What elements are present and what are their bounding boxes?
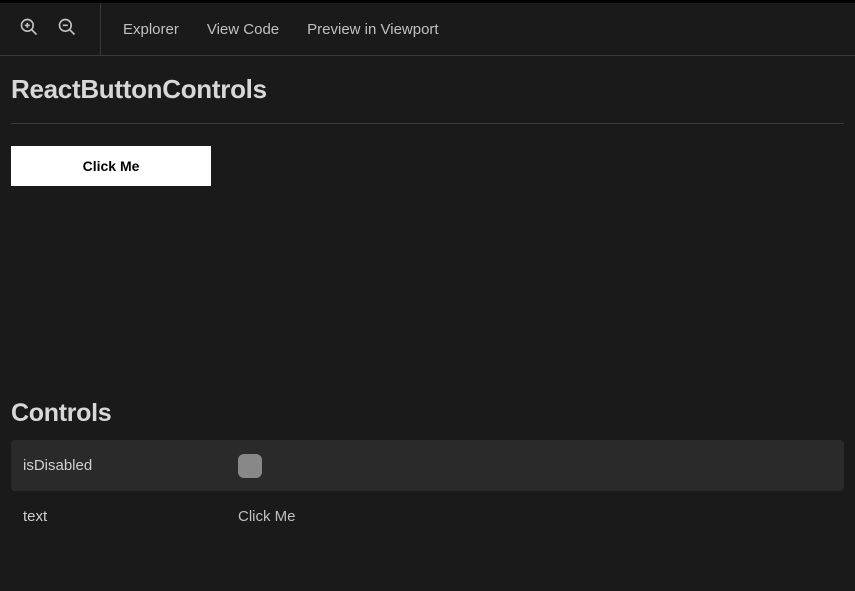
control-row-text: text Click Me [11,491,844,542]
nav-view-code[interactable]: View Code [207,21,279,38]
zoom-in-button[interactable] [10,10,48,48]
control-label: isDisabled [23,457,238,474]
nav-links: Explorer View Code Preview in Viewport [101,21,439,38]
control-row-isdisabled: isDisabled [11,440,844,491]
control-label: text [23,508,238,525]
nav-preview-viewport[interactable]: Preview in Viewport [307,21,438,38]
zoom-controls [10,3,101,55]
toolbar: Explorer View Code Preview in Viewport [0,3,855,56]
text-value[interactable]: Click Me [238,508,296,525]
preview-zone: Click Me [11,124,844,186]
zoom-out-icon [57,17,77,42]
demo-button[interactable]: Click Me [11,146,211,186]
page-title: ReactButtonControls [11,74,844,124]
controls-section: Controls isDisabled text Click Me [0,399,855,542]
nav-explorer[interactable]: Explorer [123,21,179,38]
zoom-in-icon [19,17,39,42]
controls-title: Controls [11,399,844,428]
isdisabled-checkbox[interactable] [238,454,262,478]
main-area: ReactButtonControls Click Me [0,56,855,186]
zoom-out-button[interactable] [48,10,86,48]
